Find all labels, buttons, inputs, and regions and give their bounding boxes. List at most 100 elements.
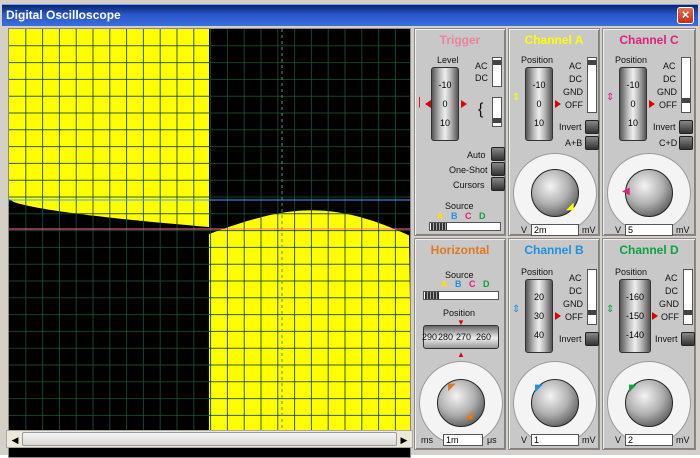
channel-b-volts-value[interactable]: 1	[531, 434, 579, 446]
channel-d-tick: -150	[625, 311, 644, 321]
channel-c-ac: AC	[663, 61, 676, 71]
channel-b-marker-icon	[555, 312, 561, 320]
channel-c-sum-label: C+D	[659, 138, 678, 148]
channel-b-off: OFF	[565, 312, 583, 322]
channel-c-volts-knob[interactable]	[625, 169, 673, 217]
channel-d-tick: -140	[625, 330, 644, 340]
channel-c-volts-value[interactable]: 5	[625, 224, 673, 236]
close-icon[interactable]: ×	[677, 7, 694, 24]
horizontal-position-label: Position	[443, 308, 476, 318]
channel-a-sum-label: A+B	[565, 138, 583, 148]
horizontal-time-knob[interactable]	[437, 379, 485, 427]
channel-d-position-drum[interactable]: -160 -150 -140	[619, 279, 651, 353]
channel-a-dial-mv: mV	[582, 225, 596, 235]
edge-bracket-icon: {	[478, 101, 484, 118]
channel-a-tick: 10	[533, 118, 544, 128]
channel-c-invert-label: Invert	[653, 122, 676, 132]
channel-a-coupling-switch[interactable]	[587, 57, 597, 113]
channel-a-knob-pointer-icon: ◢	[566, 201, 574, 212]
window-title: Digital Oscilloscope	[6, 8, 121, 22]
channel-b-tick: 30	[533, 311, 544, 321]
horizontal-position-drum[interactable]: 290 280 270 260	[422, 325, 499, 349]
channel-c-knob-pointer-icon: ◀	[622, 186, 630, 197]
channel-c-position-label: Position	[615, 55, 648, 65]
channel-c-title: Channel C	[619, 33, 679, 47]
horizontal-dial-ms: ms	[421, 435, 433, 445]
channel-a-volts-value[interactable]: 2m	[531, 224, 579, 236]
trigger-edge-switch[interactable]	[492, 97, 502, 127]
channel-c-coupling-switch[interactable]	[681, 57, 691, 113]
channel-b-position-drum[interactable]: 20 30 40	[525, 279, 553, 353]
scroll-right-icon[interactable]: ▶	[397, 433, 411, 447]
channel-c-position-drum[interactable]: -10 0 10	[619, 67, 647, 141]
channel-c-dial-v: V	[615, 225, 622, 235]
one-shot-button[interactable]	[491, 162, 505, 176]
channel-a-updown-icon: ⇕	[512, 92, 521, 103]
channel-a-invert-button[interactable]	[585, 120, 599, 134]
scroll-thumb[interactable]	[22, 432, 397, 446]
channel-a-marker-icon	[555, 100, 561, 108]
channel-c-panel: Channel C Position -10 0 10 ⇕ AC DC GND …	[602, 28, 696, 236]
channel-d-dc: DC	[665, 286, 678, 296]
auto-button[interactable]	[491, 147, 505, 161]
channel-d-position-label: Position	[615, 267, 648, 277]
trigger-tick: -10	[438, 80, 452, 90]
scroll-left-icon[interactable]: ◀	[8, 433, 22, 447]
oscilloscope-window: Digital Oscilloscope × ◀ ▶ Trigger Level…	[0, 0, 700, 458]
channel-c-tick: 10	[627, 118, 638, 128]
horizontal-time-value[interactable]: 1m	[443, 434, 483, 446]
horizontal-source-slider[interactable]	[423, 291, 499, 300]
channel-b-invert-button[interactable]	[585, 332, 599, 346]
scope-trace-area	[9, 29, 410, 431]
cursors-button[interactable]	[491, 177, 505, 191]
horizontal-source-a[interactable]: A	[441, 279, 448, 289]
channel-a-ac: AC	[569, 61, 582, 71]
trigger-coupling-switch[interactable]	[492, 57, 502, 87]
channel-a-tick: 0	[536, 99, 542, 109]
channel-a-position-drum[interactable]: -10 0 10	[525, 67, 553, 141]
cursors-label: Cursors	[453, 180, 485, 190]
channel-b-dial-v: V	[521, 435, 528, 445]
trigger-source-c[interactable]: C	[465, 211, 472, 221]
trigger-panel: Trigger Level AC DC -10 0 10 | { Auto On…	[414, 28, 506, 236]
channel-a-sum-button[interactable]	[585, 136, 599, 150]
level-label: Level	[437, 55, 459, 65]
channel-b-position-label: Position	[521, 267, 554, 277]
channel-d-panel: Channel D Position -160 -150 -140 ⇕ AC D…	[602, 238, 696, 450]
horizontal-title: Horizontal	[430, 243, 490, 257]
trigger-marker-icon: |	[418, 96, 421, 108]
channel-c-updown-icon: ⇕	[606, 92, 615, 103]
trigger-level-drum[interactable]: -10 0 10	[431, 67, 459, 141]
horizontal-knob-pointer-icon: ◤	[448, 382, 456, 393]
trigger-source-slider[interactable]	[429, 222, 501, 231]
horizontal-source-d[interactable]: D	[483, 279, 490, 289]
channel-d-off: OFF	[661, 312, 679, 322]
channel-b-ac: AC	[569, 273, 582, 283]
channel-c-sum-button[interactable]	[679, 136, 693, 150]
trigger-source-d[interactable]: D	[479, 211, 486, 221]
channel-d-invert-button[interactable]	[681, 332, 695, 346]
channel-b-title: Channel B	[524, 243, 584, 257]
trace-a-lower-region	[209, 210, 410, 431]
one-shot-label: One-Shot	[449, 165, 488, 175]
trigger-source-b[interactable]: B	[451, 211, 458, 221]
horizontal-source-b[interactable]: B	[455, 279, 462, 289]
channel-c-tick: -10	[626, 80, 640, 90]
trigger-dc-label: DC	[475, 73, 488, 83]
horizontal-scrollbar[interactable]: ◀ ▶	[6, 430, 413, 448]
horizontal-source-c[interactable]: C	[469, 279, 476, 289]
channel-a-dc: DC	[569, 74, 582, 84]
title-bar[interactable]: Digital Oscilloscope ×	[2, 4, 698, 26]
trigger-source-a[interactable]: A	[437, 211, 444, 221]
horizontal-knob-pointer2-icon: ◢	[465, 410, 473, 421]
channel-d-coupling-switch[interactable]	[683, 269, 693, 325]
scope-display	[8, 28, 411, 458]
trigger-source-label: Source	[445, 201, 474, 211]
channel-b-updown-icon: ⇕	[512, 304, 521, 315]
trigger-level-right-arrow-icon	[461, 100, 467, 108]
channel-b-coupling-switch[interactable]	[587, 269, 597, 325]
channel-d-volts-value[interactable]: 2	[625, 434, 673, 446]
horizontal-tick: 260	[476, 332, 492, 342]
horizontal-panel: Horizontal Source A B C D Position ▼ 290…	[414, 238, 506, 450]
channel-c-invert-button[interactable]	[679, 120, 693, 134]
